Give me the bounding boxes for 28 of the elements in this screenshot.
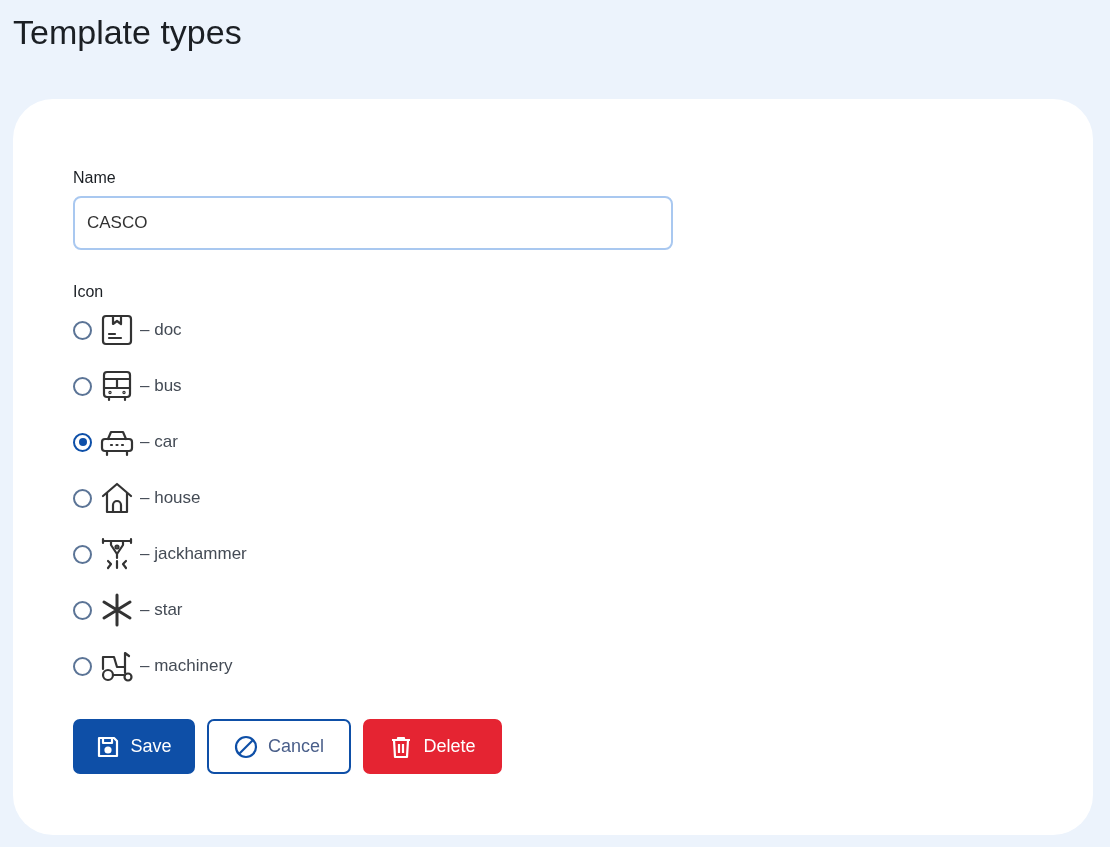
- bus-icon: [100, 369, 134, 403]
- option-label: – star: [140, 600, 183, 620]
- page-title: Template types: [13, 12, 243, 53]
- option-label: – house: [140, 488, 201, 508]
- radio-button[interactable]: [73, 432, 92, 452]
- radio-button[interactable]: [73, 600, 92, 620]
- document-icon: [100, 313, 134, 347]
- name-input-field[interactable]: CASCO: [73, 196, 673, 250]
- radio-button[interactable]: [73, 320, 92, 340]
- delete-button[interactable]: Delete: [363, 719, 502, 774]
- option-label: – jackhammer: [140, 544, 247, 564]
- radio-button[interactable]: [73, 488, 92, 508]
- house-icon: [100, 481, 134, 515]
- prohibited-icon: [234, 734, 258, 759]
- cancel-button[interactable]: Cancel: [207, 719, 351, 774]
- option-label: – bus: [140, 376, 182, 396]
- field-label: Icon: [73, 283, 105, 301]
- option-label: – car: [140, 432, 178, 452]
- asterisk-icon: [100, 593, 134, 627]
- radio-button[interactable]: [73, 376, 92, 396]
- option-label: – machinery: [140, 656, 233, 676]
- jackhammer-icon: [100, 537, 134, 571]
- field-label: Name: [73, 169, 117, 187]
- radio-button[interactable]: [73, 656, 92, 676]
- radio-button[interactable]: [73, 544, 92, 564]
- tractor-icon: [100, 649, 134, 683]
- save-button[interactable]: Save: [73, 719, 195, 774]
- option-label: – doc: [140, 320, 182, 340]
